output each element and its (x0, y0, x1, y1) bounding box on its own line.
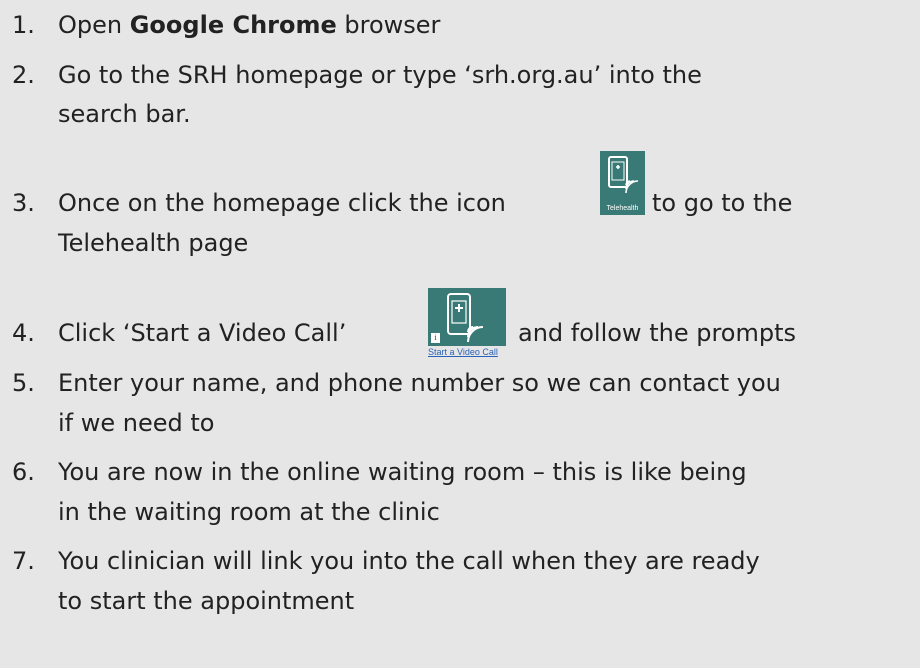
step-text: to go to the (652, 189, 793, 217)
telehealth-phone-icon (608, 156, 639, 194)
step-text: You are now in the online waiting room –… (58, 458, 747, 486)
step-text: Enter your name, and phone number so we … (58, 369, 781, 397)
step-text: and follow the prompts (518, 319, 796, 347)
step-number: 2. (12, 61, 35, 89)
step-text: search bar. (58, 100, 191, 128)
step-text-part: Open (58, 11, 130, 39)
step-text-part: browser (336, 11, 441, 39)
instructions-document: 1. Open Google Chrome browser 2. Go to t… (0, 0, 920, 668)
step-number: 1. (12, 11, 35, 39)
step-number: 5. (12, 369, 35, 397)
step-text: Click ‘Start a Video Call’ (58, 319, 347, 347)
step-text: Once on the homepage click the icon (58, 189, 506, 217)
step-text: Open Google Chrome browser (58, 10, 440, 40)
telehealth-icon[interactable]: Telehealth (600, 151, 645, 215)
browser-name: Google Chrome (129, 11, 337, 39)
step-text: Go to the SRH homepage or type ‘srh.org.… (58, 61, 702, 89)
step-text: in the waiting room at the clinic (58, 498, 440, 526)
info-icon: i (431, 333, 440, 343)
start-video-call-icon[interactable]: i (428, 288, 506, 346)
step-number: 6. (12, 458, 35, 486)
step-number: 4. (12, 319, 35, 347)
step-text: to start the appointment (58, 587, 355, 615)
step-text: You clinician will link you into the cal… (58, 547, 760, 575)
telehealth-icon-label: Telehealth (606, 205, 639, 212)
step-text: if we need to (58, 409, 215, 437)
step-number: 3. (12, 189, 35, 217)
step-text: Telehealth page (58, 229, 249, 257)
step-number: 7. (12, 547, 35, 575)
start-video-call-link[interactable]: Start a Video Call (428, 347, 508, 357)
